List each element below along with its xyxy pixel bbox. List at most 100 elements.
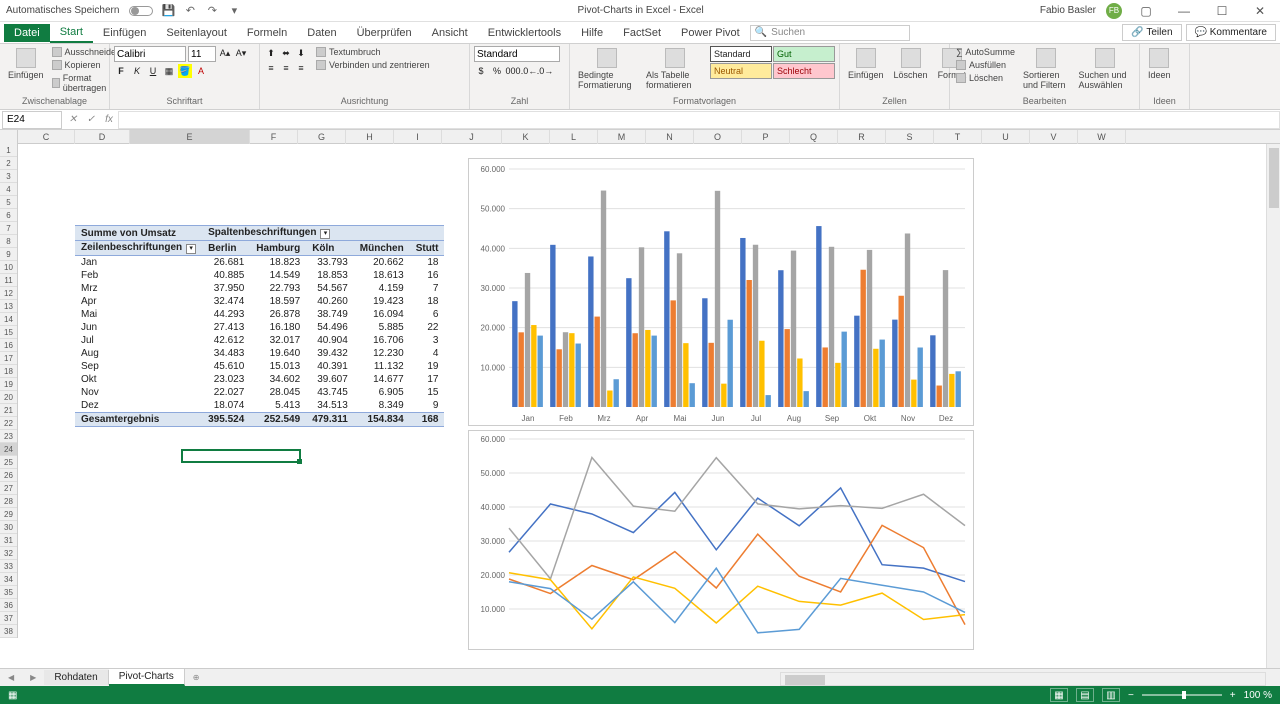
col-header-E[interactable]: E bbox=[130, 130, 250, 144]
find-select-button[interactable]: Suchen und Auswählen bbox=[1074, 46, 1135, 92]
ideas-button[interactable]: Ideen bbox=[1144, 46, 1175, 82]
minimize-icon[interactable]: ― bbox=[1170, 2, 1198, 20]
fx-icon[interactable]: fx bbox=[100, 111, 118, 129]
insert-cells-button[interactable]: Einfügen bbox=[844, 46, 888, 82]
row-header-13[interactable]: 13 bbox=[0, 300, 17, 313]
italic-button[interactable]: K bbox=[130, 64, 144, 78]
pivot-bar-chart[interactable]: 10.00020.00030.00040.00050.00060.000JanF… bbox=[468, 158, 974, 426]
col-header-S[interactable]: S bbox=[886, 130, 934, 144]
tab-hilfe[interactable]: Hilfe bbox=[571, 24, 613, 42]
row-header-10[interactable]: 10 bbox=[0, 261, 17, 274]
col-header-Q[interactable]: Q bbox=[790, 130, 838, 144]
increase-font-icon[interactable]: A▴ bbox=[218, 46, 232, 60]
increase-decimal-icon[interactable]: .0← bbox=[522, 64, 536, 78]
close-icon[interactable]: ✕ bbox=[1246, 2, 1274, 20]
autosave-toggle[interactable] bbox=[129, 6, 153, 16]
row-header-7[interactable]: 7 bbox=[0, 222, 17, 235]
row-header-25[interactable]: 25 bbox=[0, 456, 17, 469]
row-header-9[interactable]: 9 bbox=[0, 248, 17, 261]
teilen-button[interactable]: 🔗 Teilen bbox=[1122, 24, 1181, 41]
col-header-T[interactable]: T bbox=[934, 130, 982, 144]
zoom-out-icon[interactable]: − bbox=[1128, 690, 1134, 701]
zoom-level[interactable]: 100 % bbox=[1244, 690, 1272, 701]
save-icon[interactable]: 💾 bbox=[161, 4, 175, 18]
pivot-table[interactable]: Summe von UmsatzSpaltenbeschriftungen▾Ze… bbox=[75, 225, 444, 427]
page-break-view-icon[interactable]: ▥ bbox=[1102, 688, 1120, 702]
format-as-table-button[interactable]: Als Tabelle formatieren bbox=[642, 46, 708, 92]
cell-style-standard[interactable]: Standard bbox=[710, 46, 772, 62]
cell-style-neutral[interactable]: Neutral bbox=[710, 63, 772, 79]
clear-button[interactable]: Löschen bbox=[954, 72, 1017, 84]
delete-cells-button[interactable]: Löschen bbox=[890, 46, 932, 82]
underline-button[interactable]: U bbox=[146, 64, 160, 78]
col-header-U[interactable]: U bbox=[982, 130, 1030, 144]
row-header-14[interactable]: 14 bbox=[0, 313, 17, 326]
col-header-O[interactable]: O bbox=[694, 130, 742, 144]
new-sheet-icon[interactable]: ⊕ bbox=[185, 673, 208, 682]
row-header-19[interactable]: 19 bbox=[0, 378, 17, 391]
sheet-tab-rohdaten[interactable]: Rohdaten bbox=[44, 670, 108, 685]
row-header-24[interactable]: 24 bbox=[0, 443, 17, 456]
col-header-L[interactable]: L bbox=[550, 130, 598, 144]
row-header-11[interactable]: 11 bbox=[0, 274, 17, 287]
user-name[interactable]: Fabio Basler bbox=[1040, 5, 1096, 16]
row-header-4[interactable]: 4 bbox=[0, 183, 17, 196]
paste-button[interactable]: Einfügen bbox=[4, 46, 48, 82]
col-header-P[interactable]: P bbox=[742, 130, 790, 144]
tab-factset[interactable]: FactSet bbox=[613, 24, 671, 42]
pivot-line-chart[interactable]: 10.00020.00030.00040.00050.00060.000 bbox=[468, 430, 974, 650]
tab-seitenlayout[interactable]: Seitenlayout bbox=[156, 24, 237, 42]
page-layout-view-icon[interactable]: ▤ bbox=[1076, 688, 1094, 702]
row-header-6[interactable]: 6 bbox=[0, 209, 17, 222]
col-header-M[interactable]: M bbox=[598, 130, 646, 144]
ribbon-options-icon[interactable]: ▢ bbox=[1132, 2, 1160, 20]
border-button[interactable]: ▦ bbox=[162, 64, 176, 78]
row-header-32[interactable]: 32 bbox=[0, 547, 17, 560]
tab-datei[interactable]: Datei bbox=[4, 24, 50, 42]
cell-style-schlecht[interactable]: Schlecht bbox=[773, 63, 835, 79]
wrap-text-button[interactable]: Textumbruch bbox=[314, 46, 432, 58]
align-left-icon[interactable]: ≡ bbox=[264, 61, 278, 75]
col-header-J[interactable]: J bbox=[442, 130, 502, 144]
row-header-1[interactable]: 1 bbox=[0, 144, 17, 157]
row-header-31[interactable]: 31 bbox=[0, 534, 17, 547]
sort-filter-button[interactable]: Sortieren und Filtern bbox=[1019, 46, 1073, 92]
horizontal-scrollbar[interactable] bbox=[780, 672, 1266, 686]
col-header-N[interactable]: N bbox=[646, 130, 694, 144]
zoom-in-icon[interactable]: + bbox=[1230, 690, 1236, 701]
autosum-button[interactable]: ∑AutoSumme bbox=[954, 46, 1017, 58]
row-header-21[interactable]: 21 bbox=[0, 404, 17, 417]
name-box[interactable] bbox=[2, 111, 62, 129]
maximize-icon[interactable]: ☐ bbox=[1208, 2, 1236, 20]
align-right-icon[interactable]: ≡ bbox=[294, 61, 308, 75]
active-cell[interactable] bbox=[181, 449, 301, 463]
row-header-15[interactable]: 15 bbox=[0, 326, 17, 339]
tab-powerpivot[interactable]: Power Pivot bbox=[671, 24, 750, 42]
tab-ueberpruefen[interactable]: Überprüfen bbox=[347, 24, 422, 42]
font-color-button[interactable]: A bbox=[194, 64, 208, 78]
col-header-F[interactable]: F bbox=[250, 130, 298, 144]
row-header-29[interactable]: 29 bbox=[0, 508, 17, 521]
row-header-23[interactable]: 23 bbox=[0, 430, 17, 443]
row-header-30[interactable]: 30 bbox=[0, 521, 17, 534]
col-header-C[interactable]: C bbox=[18, 130, 75, 144]
row-header-35[interactable]: 35 bbox=[0, 586, 17, 599]
font-name-select[interactable] bbox=[114, 46, 186, 62]
percent-icon[interactable]: % bbox=[490, 64, 504, 78]
tab-daten[interactable]: Daten bbox=[297, 24, 346, 42]
align-center-icon[interactable]: ≡ bbox=[279, 61, 293, 75]
tab-entwicklertools[interactable]: Entwicklertools bbox=[478, 24, 571, 42]
row-header-27[interactable]: 27 bbox=[0, 482, 17, 495]
fill-color-button[interactable]: 🪣 bbox=[178, 64, 192, 78]
sheet-tab-pivot[interactable]: Pivot-Charts bbox=[109, 669, 185, 686]
decrease-font-icon[interactable]: A▾ bbox=[234, 46, 248, 60]
row-header-2[interactable]: 2 bbox=[0, 157, 17, 170]
cancel-formula-icon[interactable]: ✕ bbox=[64, 111, 82, 129]
decrease-decimal-icon[interactable]: .0→ bbox=[538, 64, 552, 78]
sheet-nav-next[interactable]: ▶ bbox=[22, 673, 44, 682]
vertical-scrollbar[interactable] bbox=[1266, 144, 1280, 668]
select-all-corner[interactable] bbox=[0, 130, 18, 144]
col-header-G[interactable]: G bbox=[298, 130, 346, 144]
fill-button[interactable]: Ausfüllen bbox=[954, 59, 1017, 71]
col-header-W[interactable]: W bbox=[1078, 130, 1126, 144]
